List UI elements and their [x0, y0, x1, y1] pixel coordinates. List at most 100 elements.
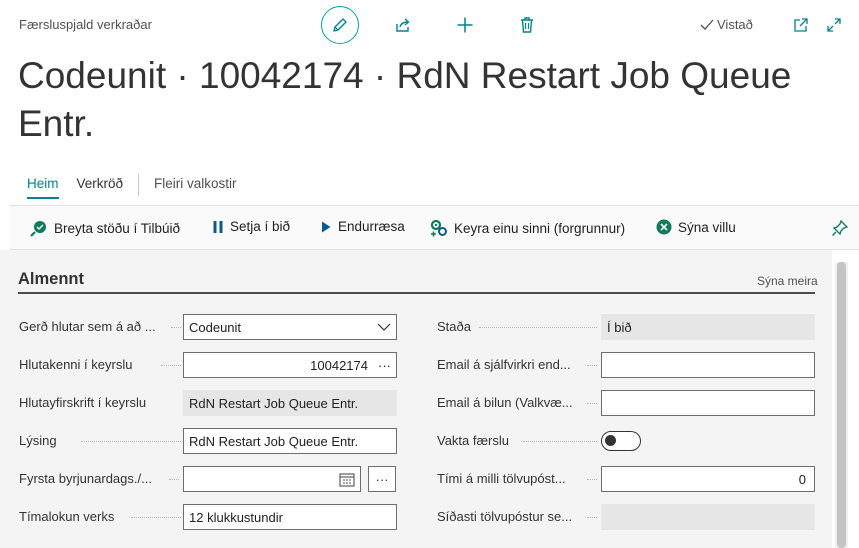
action-label: Endurræsa	[338, 219, 405, 234]
object-id-input[interactable]: 10042174 ···	[183, 352, 397, 378]
expand-icon	[827, 18, 841, 32]
show-error-action[interactable]: Sýna villu	[656, 219, 736, 235]
tab-job-queue[interactable]: Verkröð	[68, 176, 133, 196]
pencil-icon	[333, 18, 347, 32]
field-label: Gerð hlutar sem á að ...	[19, 319, 156, 334]
show-more-link[interactable]: Sýna meira	[757, 274, 818, 288]
object-type-select[interactable]: Codeunit	[183, 314, 397, 340]
last-email-sent-readonly	[601, 504, 815, 530]
tab-separator	[138, 174, 140, 196]
dot-leader	[587, 517, 597, 518]
tab-more-options[interactable]: Fleiri valkostir	[145, 176, 246, 196]
set-status-ready-action[interactable]: Breyta stöðu í Tilbúið	[30, 219, 180, 237]
new-button[interactable]	[454, 14, 476, 36]
email-failure-input[interactable]	[601, 390, 815, 416]
dot-leader	[479, 327, 597, 328]
pin-icon	[832, 219, 849, 236]
field-label: Staða	[437, 319, 471, 334]
run-once-icon	[430, 219, 447, 237]
earliest-start-input[interactable]	[183, 466, 361, 492]
field-object-caption: Hlutayfirskrift í keyrslu RdN Restart Jo…	[19, 390, 397, 416]
field-monitor-entry: Vakta færslu	[437, 428, 815, 454]
share-icon	[396, 18, 410, 32]
edit-button[interactable]	[321, 6, 359, 44]
field-object-type: Gerð hlutar sem á að ... Codeunit	[19, 314, 397, 340]
dot-leader	[587, 479, 597, 480]
action-tabs: Heim Verkröð Fleiri valkostir	[18, 174, 246, 199]
field-object-id: Hlutakenni í keyrslu 10042174 ···	[19, 352, 397, 378]
field-label: Email á sjálfvirkri end...	[437, 357, 571, 372]
field-label: Email á bilun (Valkvæ...	[437, 395, 573, 410]
saved-label: Vistað	[717, 17, 753, 32]
dot-leader	[131, 517, 181, 518]
top-bar: Færsluspjald verkraðar Vistað	[0, 0, 859, 50]
scrollbar-thumb[interactable]	[837, 262, 846, 548]
description-value: RdN Restart Job Queue Entr.	[189, 433, 359, 449]
open-new-window-button[interactable]	[790, 14, 812, 36]
field-label: Tímalokun verks	[19, 509, 115, 524]
email-auto-restart-input[interactable]	[601, 352, 815, 378]
delete-button[interactable]	[516, 14, 538, 36]
field-description: Lýsing RdN Restart Job Queue Entr.	[19, 428, 397, 454]
dot-leader	[81, 441, 181, 442]
error-icon	[656, 219, 672, 235]
pin-action-bar-button[interactable]	[831, 219, 849, 242]
field-label: Vakta færslu	[437, 433, 510, 448]
breadcrumb[interactable]: Færsluspjald verkraðar	[19, 17, 152, 32]
chevron-down-icon	[377, 323, 391, 331]
dot-leader	[523, 441, 597, 442]
field-job-timeout: Tímalokun verks 12 klukkustundir	[19, 504, 397, 530]
restart-action[interactable]: Endurræsa	[320, 219, 405, 234]
dot-leader	[587, 365, 597, 366]
field-time-between-emails: Tími á milli tölvupóst... 0	[437, 466, 815, 492]
field-label: Lýsing	[19, 433, 57, 448]
section-divider	[18, 292, 815, 294]
share-button[interactable]	[392, 14, 414, 36]
field-label: Síðasti tölvupóstur se...	[437, 509, 573, 524]
action-bar: Breyta stöðu í Tilbúið Setja í bið Endur…	[10, 205, 859, 250]
status-value: Í bið	[607, 319, 632, 335]
action-label: Setja í bið	[230, 219, 291, 234]
monitor-entry-toggle[interactable]	[601, 431, 641, 451]
job-timeout-value: 12 klukkustundir	[189, 509, 283, 525]
checkmark-icon	[700, 19, 714, 30]
dot-leader	[161, 365, 181, 366]
field-email-failure: Email á bilun (Valkvæ...	[437, 390, 815, 416]
action-label: Sýna villu	[678, 219, 736, 235]
tab-home[interactable]: Heim	[18, 176, 68, 199]
field-label: Fyrsta byrjunardags./...	[19, 471, 152, 486]
trash-icon	[521, 17, 533, 33]
status-ready-icon	[30, 221, 46, 237]
action-label: Keyra einu sinni (forgrunnur)	[454, 220, 626, 236]
field-label: Hlutakenni í keyrslu	[19, 357, 133, 372]
time-between-emails-value: 0	[798, 471, 806, 487]
page-title: Codeunit · 10042174 · RdN Restart Job Qu…	[18, 55, 792, 144]
object-id-value: 10042174	[310, 357, 368, 373]
field-label: Tími á milli tölvupóst...	[437, 471, 566, 486]
run-once-action[interactable]: Keyra einu sinni (forgrunnur)	[430, 219, 625, 237]
job-timeout-input[interactable]: 12 klukkustundir	[183, 504, 397, 530]
calendar-icon[interactable]	[339, 472, 355, 487]
pause-icon	[213, 220, 223, 233]
object-type-value: Codeunit	[189, 319, 242, 335]
section-title[interactable]: Almennt	[18, 270, 84, 289]
dot-leader	[171, 327, 181, 328]
set-on-hold-action[interactable]: Setja í bið	[212, 219, 290, 234]
dot-leader	[169, 479, 179, 480]
description-input[interactable]: RdN Restart Job Queue Entr.	[183, 428, 397, 454]
lookup-button[interactable]: ···	[378, 358, 391, 373]
object-caption-readonly: RdN Restart Job Queue Entr.	[183, 390, 397, 416]
time-between-emails-input[interactable]: 0	[601, 466, 815, 492]
dot-leader	[587, 403, 597, 404]
plus-icon	[457, 17, 473, 33]
expand-button[interactable]	[823, 14, 845, 36]
earliest-start-assist-button[interactable]: ···	[368, 466, 396, 492]
field-label: Hlutayfirskrift í keyrslu	[19, 395, 147, 410]
play-icon	[322, 221, 331, 232]
field-status: Staða Í bið	[437, 314, 815, 340]
field-last-email-sent: Síðasti tölvupóstur se...	[437, 504, 815, 530]
object-caption-value: RdN Restart Job Queue Entr.	[189, 395, 359, 411]
open-in-new-window-icon	[794, 18, 808, 32]
field-earliest-start: Fyrsta byrjunardags./... ···	[19, 466, 397, 492]
field-email-auto-restart: Email á sjálfvirkri end...	[437, 352, 815, 378]
